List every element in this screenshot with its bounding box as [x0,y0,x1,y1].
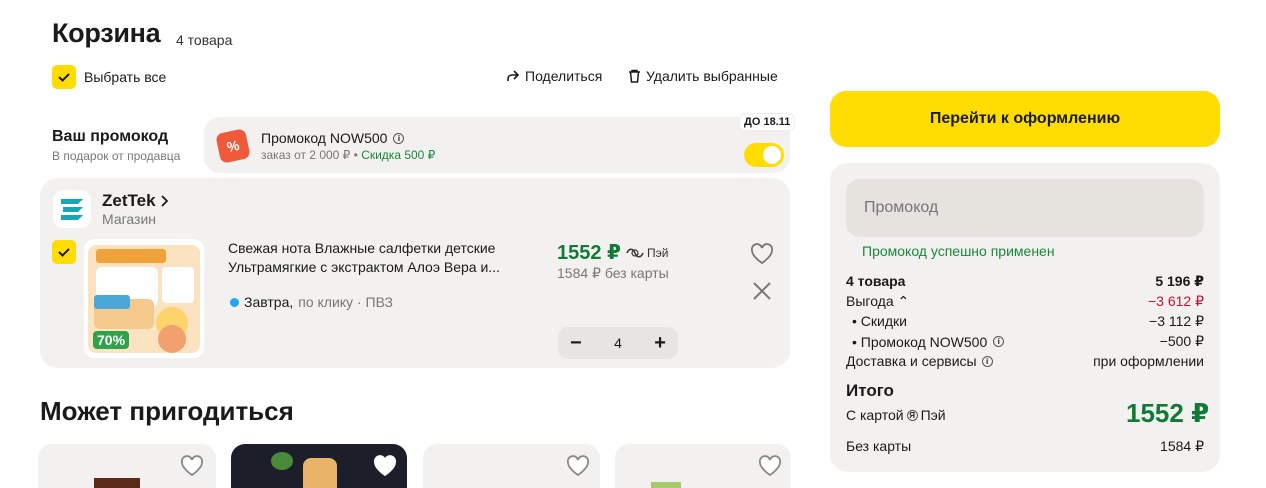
shop-name: ZetTek [102,191,156,210]
promo-condition: заказ от 2 000 ₽ • Скидка 500 ₽ [261,148,435,162]
info-icon[interactable]: i [393,132,405,144]
share-button[interactable]: Поделиться [506,68,602,84]
summary-savings-row[interactable]: Выгода ⌃ −3 612 ₽ [846,293,1204,310]
info-icon[interactable]: i [993,336,1005,347]
summary-discounts-row: • Скидки −3 112 ₽ [846,313,1204,330]
favorite-button[interactable] [750,243,774,270]
total-with-card-label: С картой Я Пэй [846,407,946,423]
select-all-label: Выбрать все [84,69,167,85]
cart-count: 4 товара [176,32,233,48]
heart-icon [180,455,204,477]
favorite-button[interactable] [758,455,782,482]
quantity-stepper: − 4 + [558,327,678,359]
promo-coupon-icon: % [215,128,251,164]
item-price-value: 1552 ₽ [557,242,621,264]
item-price: 1552 ₽ Пэй [557,240,668,265]
without-card-value: 1584 ₽ [1160,438,1204,454]
checkout-button[interactable]: Перейти к оформлению [830,91,1220,147]
summary-delivery-label-wrap: Доставка и сервисы i [846,353,993,369]
leaf-icon [271,452,293,470]
total-heading: Итого [846,381,894,400]
summary-delivery-label: Доставка и сервисы [846,353,977,369]
pay-label: Пэй [625,246,668,260]
without-card-label: Без карты [846,438,912,454]
product-thumbnail [651,482,681,488]
favorite-button[interactable] [373,455,397,482]
chevron-right-icon [160,195,168,207]
discount-badge: 70% [93,331,130,349]
summary-promo-label: • Промокод NOW500 [852,333,988,350]
shop-name-link[interactable]: ZetTek [102,191,168,211]
zettek-logo-icon [61,199,83,220]
delivery-method: по клику · ПВЗ [298,294,393,310]
summary-promo-label-wrap: • Промокод NOW500 i [852,333,1005,350]
delete-selected-label: Удалить выбранные [646,68,778,84]
promo-section-label: Ваш промокод В подарок от продавца [52,128,180,163]
pay-card-icon [626,248,644,257]
summary-delivery-row: Доставка и сервисы i при оформлении [846,353,1204,369]
increase-button[interactable]: + [654,332,666,355]
promo-heading: Ваш промокод [52,128,169,145]
page-title: Корзина [52,18,161,48]
with-card-pay-text: Пэй [920,407,946,423]
total-price: 1552 ₽ [1126,398,1210,428]
pay-logo-icon: Я [906,409,918,421]
recommendations-title: Может пригодиться [40,396,294,426]
favorite-button[interactable] [566,455,590,482]
pay-label-text: Пэй [646,245,669,260]
heart-icon [758,455,782,477]
remove-item-button[interactable] [752,281,772,306]
share-icon [507,70,520,81]
quantity-value: 4 [614,335,622,351]
summary-delivery-value: при оформлении [1093,353,1204,369]
decrease-button[interactable]: − [570,332,582,355]
promo-discount: Скидка 500 ₽ [361,148,436,162]
delete-selected-button[interactable]: Удалить выбранные [628,68,778,84]
product-thumbnail [94,478,140,488]
promo-subheading: В подарок от продавца [52,149,181,163]
shop-logo[interactable] [53,190,91,228]
checkbox-checked-icon [52,65,76,89]
delivery-info: Завтра, по клику · ПВЗ [230,294,393,310]
summary-promo-row: • Промокод NOW500 i −500 ₽ [846,333,1204,350]
summary-items-row: 4 товара 5 196 ₽ [846,273,1204,290]
promo-code-input[interactable] [846,179,1204,237]
product-thumbnail [303,458,337,488]
summary-items-value: 5 196 ₽ [1155,273,1204,289]
summary-promo-value: −500 ₽ [1159,333,1204,349]
item-checkbox[interactable] [52,240,76,264]
shop-type: Магазин [102,211,157,227]
share-label: Поделиться [525,68,603,84]
checkbox-checked-icon [58,248,70,257]
with-card-text: С картой [846,407,904,423]
select-all-checkbox[interactable]: Выбрать все [52,65,166,89]
promo-success-message: Промокод успешно применен [862,243,1055,259]
summary-savings-value: −3 612 ₽ [1147,293,1204,309]
product-title[interactable]: Свежая нота Влажные салфетки детские Уль… [228,239,528,277]
trash-icon [629,69,640,83]
info-icon[interactable]: i [981,355,993,367]
summary-savings-label: Выгода ⌃ [846,293,910,309]
promo-name: Промокод NOW500 i [261,130,405,146]
promo-condition-text: заказ от 2 000 ₽ • [261,148,358,162]
summary-without-card-row: Без карты 1584 ₽ [846,438,1204,455]
summary-discounts-label: • Скидки [852,313,907,329]
heart-icon [566,455,590,477]
close-icon [753,282,771,300]
delivery-dot-icon [230,297,239,307]
heart-icon [750,243,774,265]
promo-name-text: Промокод NOW500 [261,130,388,146]
promo-expiry-badge: ДО 18.11 [740,114,795,130]
heart-icon [373,455,397,477]
summary-discounts-value: −3 112 ₽ [1149,313,1204,329]
delivery-day: Завтра, [244,294,294,310]
price-without-card: 1584 ₽ без карты [557,265,669,281]
promo-toggle[interactable] [744,143,784,167]
favorite-button[interactable] [180,455,204,482]
summary-items-label: 4 товара [846,273,906,289]
